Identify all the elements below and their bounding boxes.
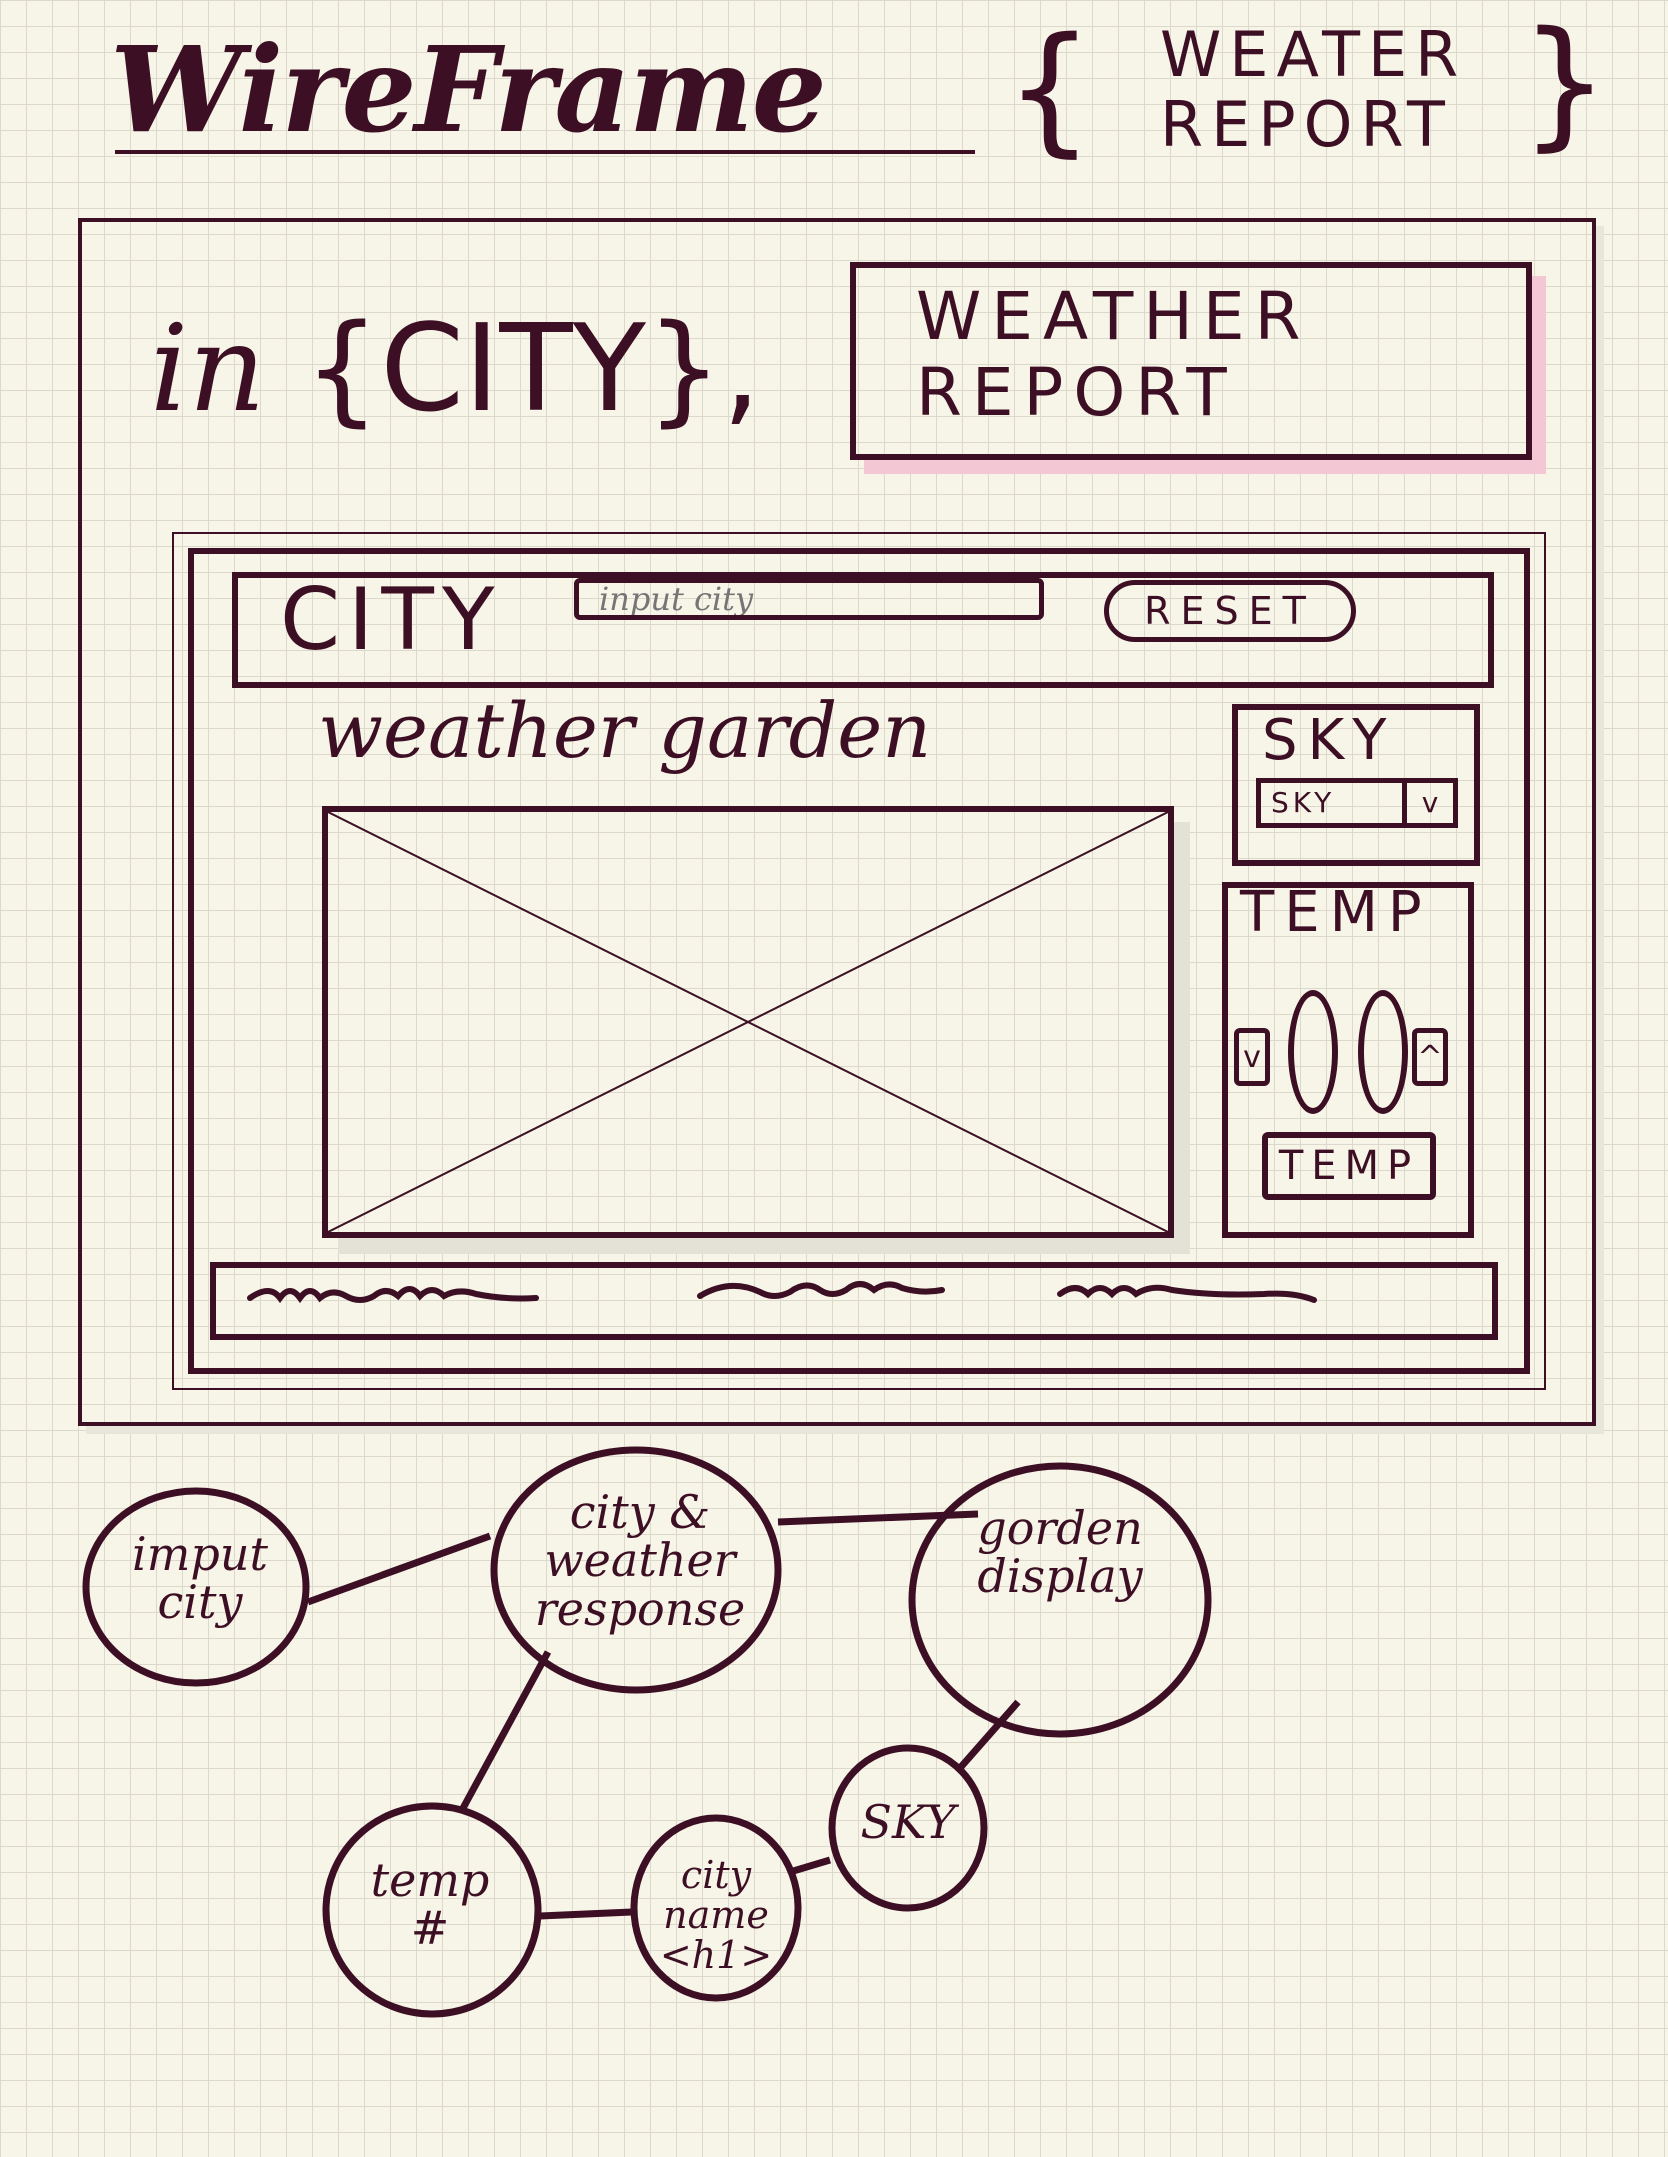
- intro-text: in: [150, 300, 266, 439]
- wireframe-title: WireFrame: [110, 20, 827, 159]
- footer-text-scribble: [247, 1281, 1317, 1304]
- sky-label: SKY: [1262, 708, 1397, 773]
- temp-up-button[interactable]: ^: [1412, 1028, 1448, 1086]
- title-subtitle-line2: REPORT: [1160, 88, 1453, 161]
- node-city-name-label: city name <h1>: [659, 1853, 773, 1977]
- node-temp-label: temp #: [370, 1853, 490, 1956]
- edge-input-to-response: [306, 1532, 492, 1606]
- edge-garden-to-sky: [957, 1699, 1021, 1771]
- heading-box: WEATHER REPORT: [850, 262, 1532, 460]
- brace-close-icon: },: [645, 300, 761, 439]
- placeholder-cross-icon: [328, 812, 1168, 1232]
- edge-response-to-temp: [458, 1650, 552, 1812]
- temp-digit-placeholder: [1358, 990, 1408, 1114]
- sky-select-value: SKY: [1271, 786, 1336, 819]
- title-underline: [115, 150, 975, 154]
- right-brace: }: [1520, 2, 1610, 165]
- page-heading-city: in {CITY},: [150, 300, 760, 439]
- edge-cityname-to-temp: [539, 1908, 633, 1920]
- heading-line2: REPORT: [916, 354, 1237, 431]
- chevron-down-icon[interactable]: v: [1402, 783, 1453, 823]
- city-label: CITY: [280, 570, 503, 670]
- node-garden-display-label: gorden display: [977, 1501, 1143, 1604]
- brace-open-icon: {: [303, 300, 381, 439]
- sky-select[interactable]: SKY v: [1256, 778, 1458, 828]
- garden-title: weather garden: [318, 686, 932, 775]
- title-subtitle-line1: WEATER: [1160, 18, 1467, 91]
- edge-sky-to-cityname: [788, 1856, 832, 1876]
- temp-button[interactable]: TEMP: [1262, 1132, 1436, 1200]
- node-input-city-label: imput city: [132, 1527, 268, 1630]
- city-input[interactable]: [574, 578, 1044, 620]
- node-city-weather-response-label: city & weather response: [534, 1485, 746, 1636]
- garden-image-placeholder: [322, 806, 1174, 1238]
- node-sky-label: SKY: [860, 1795, 956, 1849]
- city-placeholder: CITY: [380, 300, 646, 439]
- left-brace: {: [1005, 8, 1095, 171]
- heading-line1: WEATHER: [916, 278, 1311, 355]
- reset-button[interactable]: RESET: [1104, 580, 1356, 642]
- temp-digit-placeholder: [1288, 990, 1338, 1114]
- temp-label: TEMP: [1240, 880, 1432, 945]
- temp-down-button[interactable]: v: [1234, 1028, 1270, 1086]
